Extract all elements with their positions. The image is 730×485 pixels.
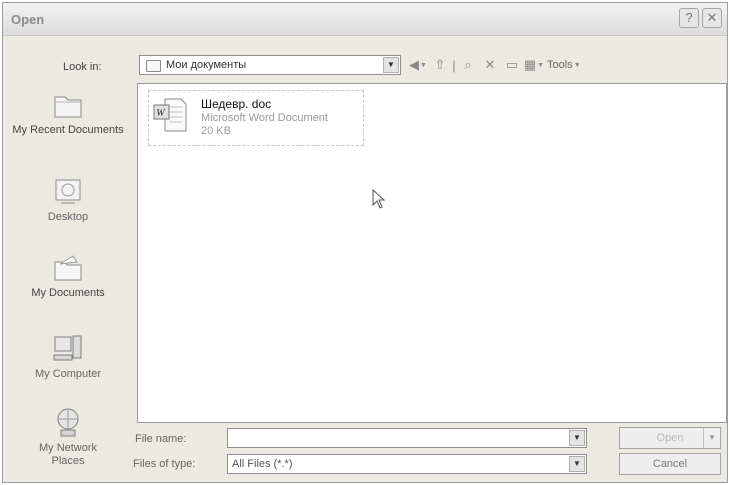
help-button[interactable]: ? [679, 8, 699, 28]
place-my-computer[interactable]: My Computer [9, 331, 127, 381]
recent-documents-icon [51, 87, 85, 121]
open-button-label: Open [656, 432, 684, 444]
file-item[interactable]: W Шедевр. doc Microsoft Word Document 20… [148, 90, 364, 146]
files-of-type-value: All Files (*.*) [232, 458, 293, 470]
look-in-value: Мои документы [166, 59, 247, 71]
network-places-icon [51, 405, 85, 439]
new-folder-icon: ▭ [505, 57, 519, 72]
title-bar[interactable]: Open ? ✕ [3, 3, 727, 36]
views-button[interactable]: ▦ ▼ [523, 55, 545, 75]
file-name-label: File name: [135, 433, 187, 445]
tools-menu-button[interactable]: Tools ▼ [545, 55, 581, 75]
place-label: My Computer [34, 368, 102, 380]
place-desktop[interactable]: Desktop [9, 174, 127, 224]
delete-icon: ✕ [484, 57, 496, 72]
place-label: Desktop [47, 211, 89, 223]
chevron-down-icon[interactable]: ▼ [383, 57, 399, 73]
word-document-icon: W [153, 97, 187, 133]
place-my-documents[interactable]: My Documents [9, 250, 127, 300]
views-icon: ▦ [523, 57, 537, 72]
up-folder-icon: ⇧ [434, 57, 446, 72]
place-label: My Network Places [38, 442, 98, 467]
up-one-level-button[interactable]: ⇧ [429, 55, 451, 75]
place-label: My Recent Documents [12, 124, 124, 136]
chevron-down-icon[interactable]: ▼ [569, 430, 585, 446]
file-size-text: 20 KB [201, 125, 231, 137]
file-name-input[interactable] [228, 429, 559, 447]
file-type-text: Microsoft Word Document [201, 112, 328, 124]
folder-icon [146, 60, 161, 72]
dialog-title: Open [11, 12, 45, 27]
chevron-down-icon: ▼ [573, 61, 581, 69]
search-icon: ⌕ [464, 57, 472, 72]
mouse-pointer-icon [372, 188, 386, 209]
search-web-button[interactable]: ⌕ [457, 55, 479, 75]
cancel-button[interactable]: Cancel [619, 453, 721, 475]
file-name-text: Шедевр. doc [201, 97, 272, 111]
chevron-down-icon: ▼ [420, 61, 427, 69]
back-icon: ◀ [409, 57, 420, 72]
place-my-recent-documents[interactable]: My Recent Documents [9, 87, 127, 137]
back-button[interactable]: ◀ ▼ [407, 55, 429, 75]
files-of-type-dropdown[interactable]: All Files (*.*) ▼ [227, 454, 587, 474]
my-computer-icon [51, 331, 85, 365]
place-label: My Documents [31, 287, 105, 299]
delete-button[interactable]: ✕ [479, 55, 501, 75]
close-button[interactable]: ✕ [702, 8, 722, 28]
tools-label: Tools [547, 59, 573, 71]
look-in-label: Look in: [63, 61, 102, 73]
open-dialog: Open ? ✕ Look in: Мои документы ▼ ◀ ▼ ⇧ |… [2, 2, 728, 483]
desktop-icon [51, 174, 85, 208]
my-documents-icon [51, 250, 85, 284]
open-button[interactable]: Open ▼ [619, 427, 721, 449]
look-in-dropdown[interactable]: Мои документы ▼ [139, 55, 401, 75]
new-folder-button[interactable]: ▭ [501, 55, 523, 75]
files-of-type-label: Files of type: [133, 458, 196, 470]
place-my-network-places[interactable]: My Network Places [9, 405, 127, 468]
places-bar: My Recent Documents Desktop My Documents… [9, 87, 127, 479]
file-name-combo: ▼ [227, 428, 587, 448]
chevron-down-icon[interactable]: ▼ [703, 428, 720, 448]
chevron-down-icon: ▼ [537, 61, 545, 69]
svg-text:W: W [156, 108, 166, 119]
file-list[interactable]: W Шедевр. doc Microsoft Word Document 20… [137, 83, 727, 423]
toolbar: ◀ ▼ ⇧ | ⌕ ✕ ▭ ▦ ▼ Tools ▼ [407, 54, 581, 76]
chevron-down-icon[interactable]: ▼ [569, 456, 585, 472]
